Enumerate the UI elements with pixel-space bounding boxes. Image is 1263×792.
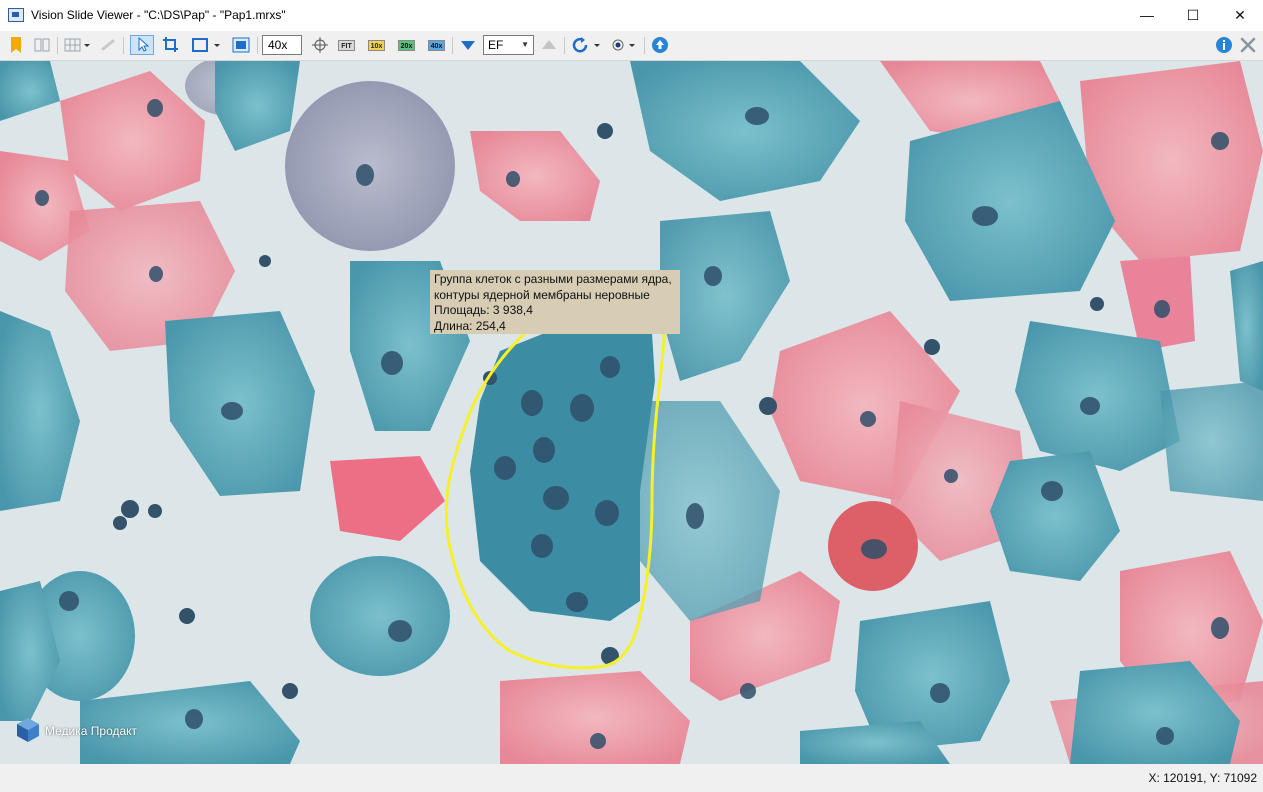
slide-viewer[interactable]: Группа клеток с разными размерами ядра, … bbox=[0, 61, 1263, 764]
maximize-button[interactable]: ☐ bbox=[1170, 0, 1216, 31]
zoom-level-input[interactable]: 40x bbox=[262, 35, 302, 55]
circle-dot-icon[interactable] bbox=[610, 35, 638, 55]
filter-select-value: EF bbox=[488, 38, 504, 52]
split-view-icon[interactable] bbox=[33, 35, 51, 55]
annotation-tooltip: Группа клеток с разными размерами ядра, … bbox=[430, 270, 680, 334]
annotation-length: Длина: 254,4 bbox=[434, 318, 506, 333]
minimize-button[interactable]: — bbox=[1124, 0, 1170, 31]
app-icon bbox=[8, 8, 24, 22]
arrow-down-icon[interactable] bbox=[459, 35, 477, 55]
brand-text: Медика Продакт bbox=[45, 724, 138, 738]
pointer-icon bbox=[138, 36, 150, 52]
status-bar: X: 120191, Y: 71092 bbox=[0, 764, 1263, 792]
zoom-40x-button[interactable]: 40x bbox=[428, 40, 445, 51]
toolbar-separator bbox=[123, 37, 124, 54]
rotate-icon[interactable] bbox=[571, 35, 603, 55]
toolbar-separator bbox=[57, 37, 58, 54]
title-bar: Vision Slide Viewer - "C:\DS\Pap" - "Pap… bbox=[0, 0, 1263, 32]
zoom-fit-button[interactable]: FIT bbox=[338, 40, 355, 51]
microscopy-image bbox=[0, 61, 1263, 764]
toolbar-separator bbox=[257, 37, 258, 54]
cursor-coordinates: X: 120191, Y: 71092 bbox=[1148, 771, 1257, 785]
toolbar-separator bbox=[564, 37, 565, 54]
crosshair-icon[interactable] bbox=[310, 35, 330, 55]
filter-select[interactable]: EF ▼ bbox=[483, 35, 534, 55]
bookmark-icon[interactable] bbox=[8, 35, 24, 55]
crop-icon[interactable] bbox=[161, 35, 181, 55]
info-icon[interactable] bbox=[1214, 35, 1234, 55]
toolbar: 40x FIT 10x 20x 40x EF ▼ bbox=[0, 31, 1263, 61]
window-title: Vision Slide Viewer - "C:\DS\Pap" - "Pap… bbox=[31, 8, 286, 22]
screenshot-icon[interactable] bbox=[231, 35, 251, 55]
pointer-tool-button[interactable] bbox=[130, 35, 154, 55]
annotation-area: Площадь: 3 938,4 bbox=[434, 303, 533, 317]
upload-icon[interactable] bbox=[650, 35, 670, 55]
annotation-description-line-2: контуры ядерной мембраны неровные bbox=[434, 287, 650, 302]
chevron-down-icon: ▼ bbox=[521, 40, 529, 49]
grid-icon[interactable] bbox=[63, 35, 93, 55]
link-icon[interactable] bbox=[99, 35, 117, 55]
cube-logo-icon bbox=[17, 718, 39, 742]
settings-icon[interactable] bbox=[1238, 35, 1258, 55]
arrow-up-icon[interactable] bbox=[540, 35, 558, 55]
rectangle-icon[interactable] bbox=[190, 35, 224, 55]
annotation-description-line-1: Группа клеток с разными размерами ядра, bbox=[434, 272, 672, 286]
toolbar-separator bbox=[452, 37, 453, 54]
close-button[interactable]: ✕ bbox=[1217, 0, 1263, 31]
zoom-20x-button[interactable]: 20x bbox=[398, 40, 415, 51]
zoom-10x-button[interactable]: 10x bbox=[368, 40, 385, 51]
toolbar-separator bbox=[644, 37, 645, 54]
